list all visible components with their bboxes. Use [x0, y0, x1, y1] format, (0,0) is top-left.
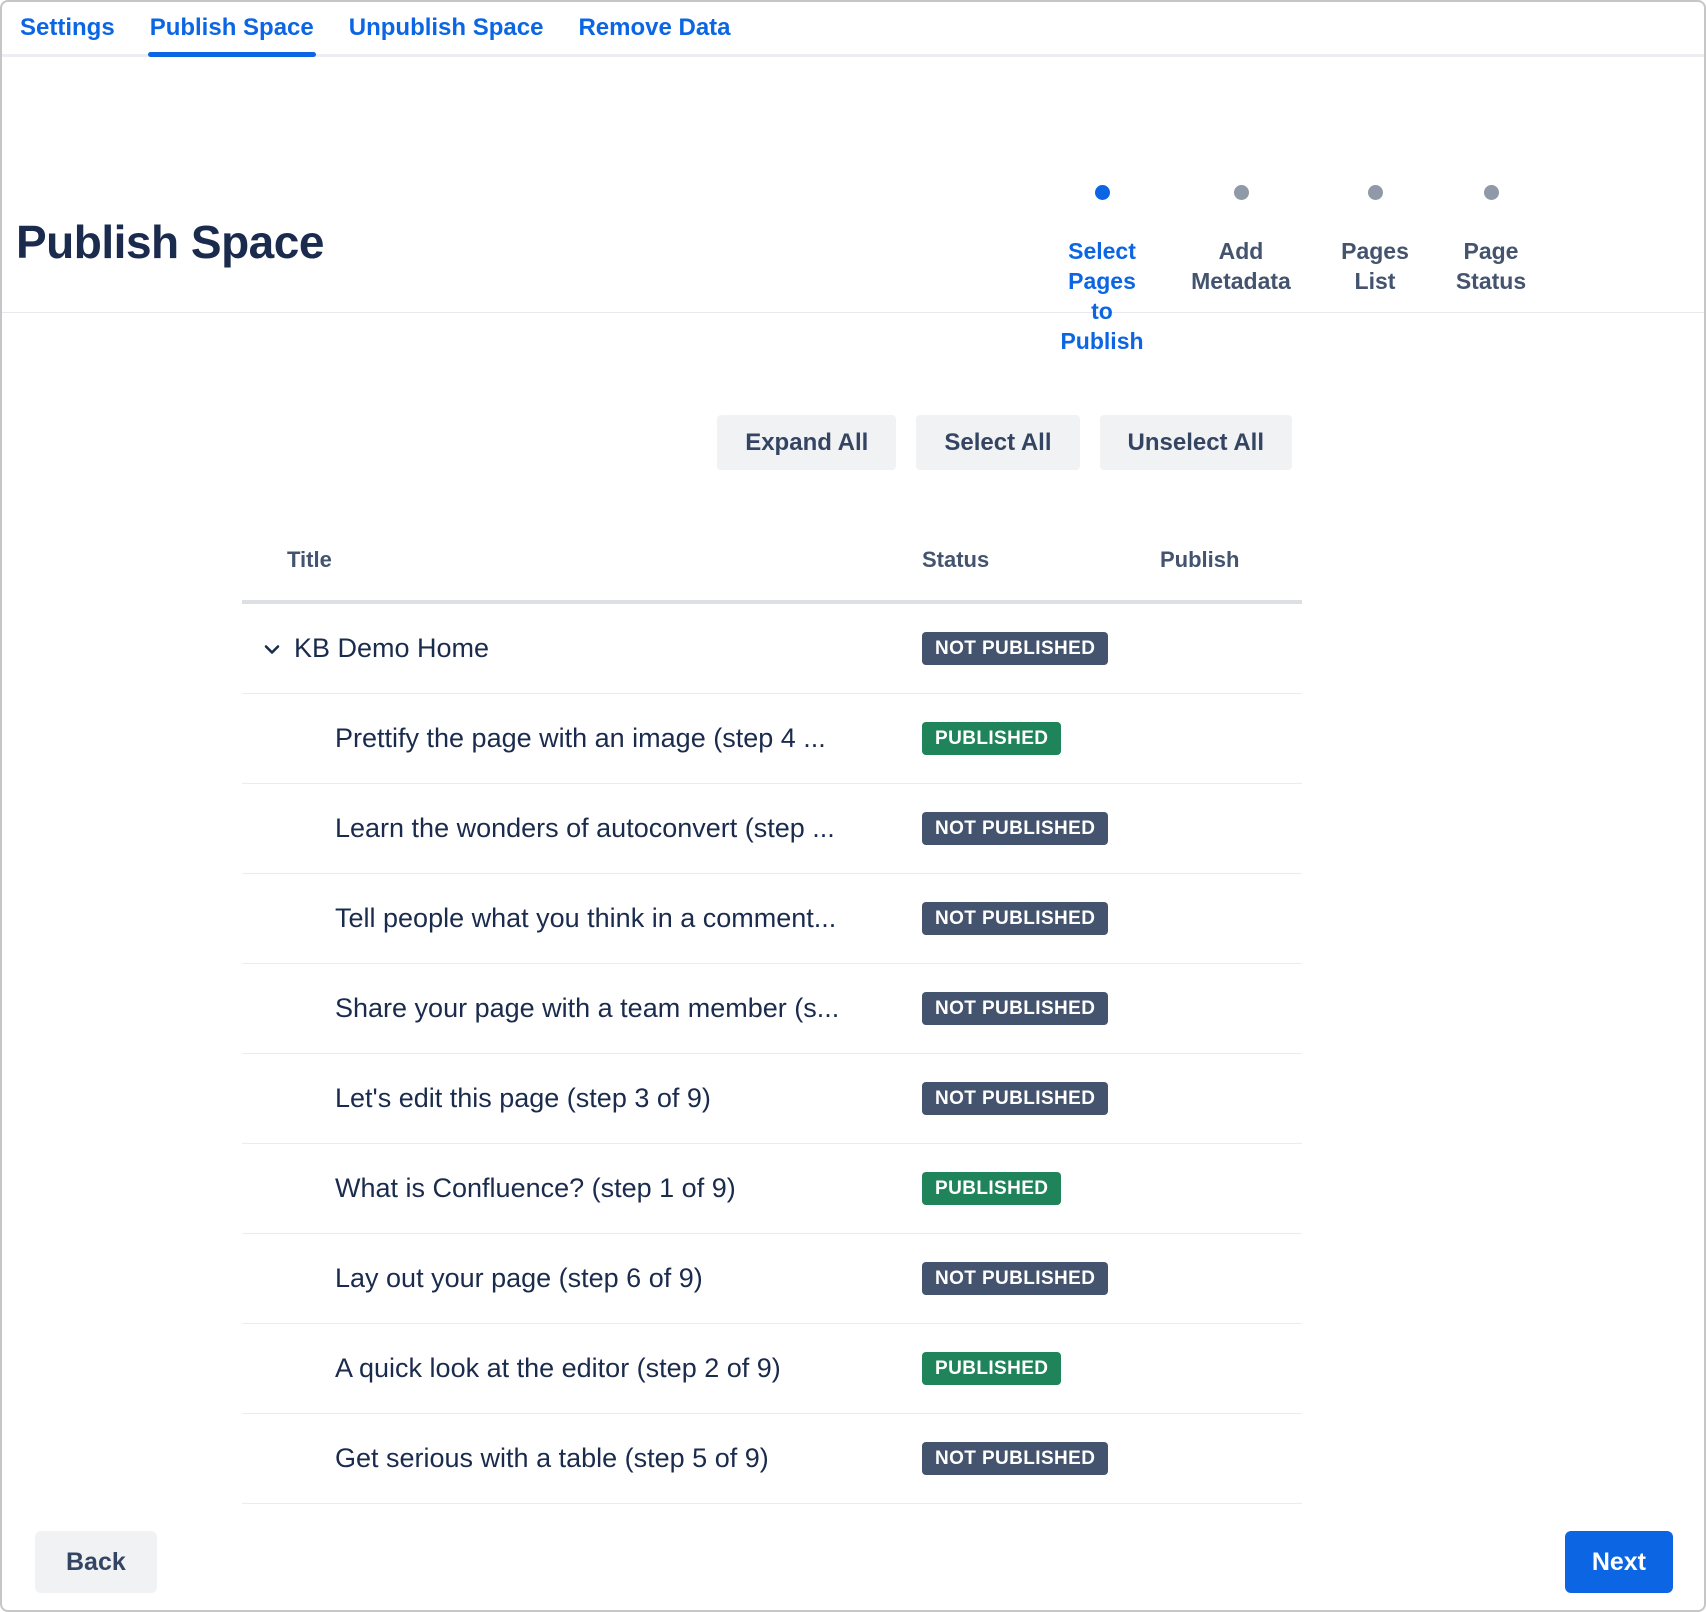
- step-label: Pages List: [1334, 236, 1416, 296]
- row-status-cell: PUBLISHED: [922, 722, 1160, 755]
- page-title-text: Lay out your page (step 6 of 9): [335, 1263, 703, 1294]
- row-status-cell: NOT PUBLISHED: [922, 902, 1160, 935]
- wizard-stepper: Select Pages to Publish Add Metadata Pag…: [1056, 185, 1532, 356]
- table-row: Lay out your page (step 6 of 9) NOT PUBL…: [242, 1234, 1302, 1324]
- row-status-cell: NOT PUBLISHED: [922, 812, 1160, 845]
- tab-settings[interactable]: Settings: [18, 2, 117, 54]
- table-header-row: Title Status Publish: [242, 546, 1302, 604]
- table-body: KB Demo Home NOT PUBLISHED Prettify the …: [242, 604, 1302, 1504]
- column-header-status: Status: [922, 546, 1160, 573]
- page-title-text: Tell people what you think in a comment.…: [335, 903, 836, 934]
- page-title-text: Learn the wonders of autoconvert (step .…: [335, 813, 835, 844]
- row-status-cell: NOT PUBLISHED: [922, 1442, 1160, 1475]
- table-row: Tell people what you think in a comment.…: [242, 874, 1302, 964]
- row-title-cell: Lay out your page (step 6 of 9): [242, 1263, 922, 1294]
- tree-toolbar: Expand All Select All Unselect All: [242, 415, 1302, 470]
- status-badge: PUBLISHED: [922, 722, 1061, 755]
- table-row: KB Demo Home NOT PUBLISHED: [242, 604, 1302, 694]
- page-title-text: Let's edit this page (step 3 of 9): [335, 1083, 711, 1114]
- column-header-publish: Publish: [1160, 546, 1302, 573]
- row-title-cell: Share your page with a team member (s...: [242, 993, 922, 1024]
- row-status-cell: NOT PUBLISHED: [922, 632, 1160, 665]
- chevron-down-icon[interactable]: [260, 637, 284, 661]
- row-status-cell: NOT PUBLISHED: [922, 1082, 1160, 1115]
- table-row: A quick look at the editor (step 2 of 9)…: [242, 1324, 1302, 1414]
- page-title-text: Get serious with a table (step 5 of 9): [335, 1443, 769, 1474]
- page-title-text: A quick look at the editor (step 2 of 9): [335, 1353, 781, 1384]
- status-badge: NOT PUBLISHED: [922, 1262, 1108, 1295]
- main-content: Expand All Select All Unselect All Title…: [242, 415, 1302, 1504]
- status-badge: NOT PUBLISHED: [922, 902, 1108, 935]
- row-title-cell: Learn the wonders of autoconvert (step .…: [242, 813, 922, 844]
- status-badge: PUBLISHED: [922, 1352, 1061, 1385]
- step-dot-icon: [1234, 185, 1249, 200]
- table-row: Get serious with a table (step 5 of 9) N…: [242, 1414, 1302, 1504]
- step-label: Add Metadata: [1182, 236, 1300, 296]
- row-title-cell: Tell people what you think in a comment.…: [242, 903, 922, 934]
- step-dot-icon: [1484, 185, 1499, 200]
- step-dot-icon: [1095, 185, 1110, 200]
- page-header: Publish Space Select Pages to Publish Ad…: [2, 57, 1704, 313]
- row-title-cell: A quick look at the editor (step 2 of 9): [242, 1353, 922, 1384]
- step-add-metadata: Add Metadata: [1182, 185, 1300, 296]
- status-badge: NOT PUBLISHED: [922, 632, 1108, 665]
- status-badge: NOT PUBLISHED: [922, 1442, 1108, 1475]
- wizard-footer: Back Next: [35, 1531, 1673, 1593]
- column-header-title: Title: [242, 546, 922, 573]
- page-title-text: Prettify the page with an image (step 4 …: [335, 723, 826, 754]
- tab-publish-space[interactable]: Publish Space: [148, 2, 316, 54]
- table-row: Share your page with a team member (s...…: [242, 964, 1302, 1054]
- step-dot-icon: [1368, 185, 1383, 200]
- table-row: What is Confluence? (step 1 of 9) PUBLIS…: [242, 1144, 1302, 1234]
- unselect-all-button[interactable]: Unselect All: [1100, 415, 1293, 470]
- table-row: Learn the wonders of autoconvert (step .…: [242, 784, 1302, 874]
- tab-remove-data[interactable]: Remove Data: [576, 2, 732, 54]
- row-status-cell: PUBLISHED: [922, 1172, 1160, 1205]
- table-row: Let's edit this page (step 3 of 9) NOT P…: [242, 1054, 1302, 1144]
- row-title-cell: Prettify the page with an image (step 4 …: [242, 723, 922, 754]
- table-row: Prettify the page with an image (step 4 …: [242, 694, 1302, 784]
- status-badge: NOT PUBLISHED: [922, 992, 1108, 1025]
- step-page-status: Page Status: [1450, 185, 1532, 296]
- status-badge: PUBLISHED: [922, 1172, 1061, 1205]
- page-title: Publish Space: [16, 217, 324, 267]
- row-title-cell: KB Demo Home: [242, 633, 922, 664]
- step-select-pages: Select Pages to Publish: [1056, 185, 1148, 356]
- back-button[interactable]: Back: [35, 1531, 157, 1593]
- step-label: Select Pages to Publish: [1056, 236, 1148, 356]
- row-title-cell: Get serious with a table (step 5 of 9): [242, 1443, 922, 1474]
- page-title-text: Share your page with a team member (s...: [335, 993, 839, 1024]
- tab-unpublish-space[interactable]: Unpublish Space: [347, 2, 546, 54]
- row-status-cell: NOT PUBLISHED: [922, 992, 1160, 1025]
- row-status-cell: PUBLISHED: [922, 1352, 1160, 1385]
- status-badge: NOT PUBLISHED: [922, 812, 1108, 845]
- page-title-text: What is Confluence? (step 1 of 9): [335, 1173, 736, 1204]
- select-all-button[interactable]: Select All: [916, 415, 1079, 470]
- row-status-cell: NOT PUBLISHED: [922, 1262, 1160, 1295]
- row-title-cell: Let's edit this page (step 3 of 9): [242, 1083, 922, 1114]
- tab-bar: Settings Publish Space Unpublish Space R…: [2, 2, 1704, 57]
- step-label: Page Status: [1450, 236, 1532, 296]
- step-pages-list: Pages List: [1334, 185, 1416, 296]
- next-button[interactable]: Next: [1565, 1531, 1673, 1593]
- publish-space-window: Settings Publish Space Unpublish Space R…: [0, 0, 1706, 1612]
- status-badge: NOT PUBLISHED: [922, 1082, 1108, 1115]
- row-title-cell: What is Confluence? (step 1 of 9): [242, 1173, 922, 1204]
- expand-all-button[interactable]: Expand All: [717, 415, 896, 470]
- page-title-text: KB Demo Home: [294, 633, 489, 664]
